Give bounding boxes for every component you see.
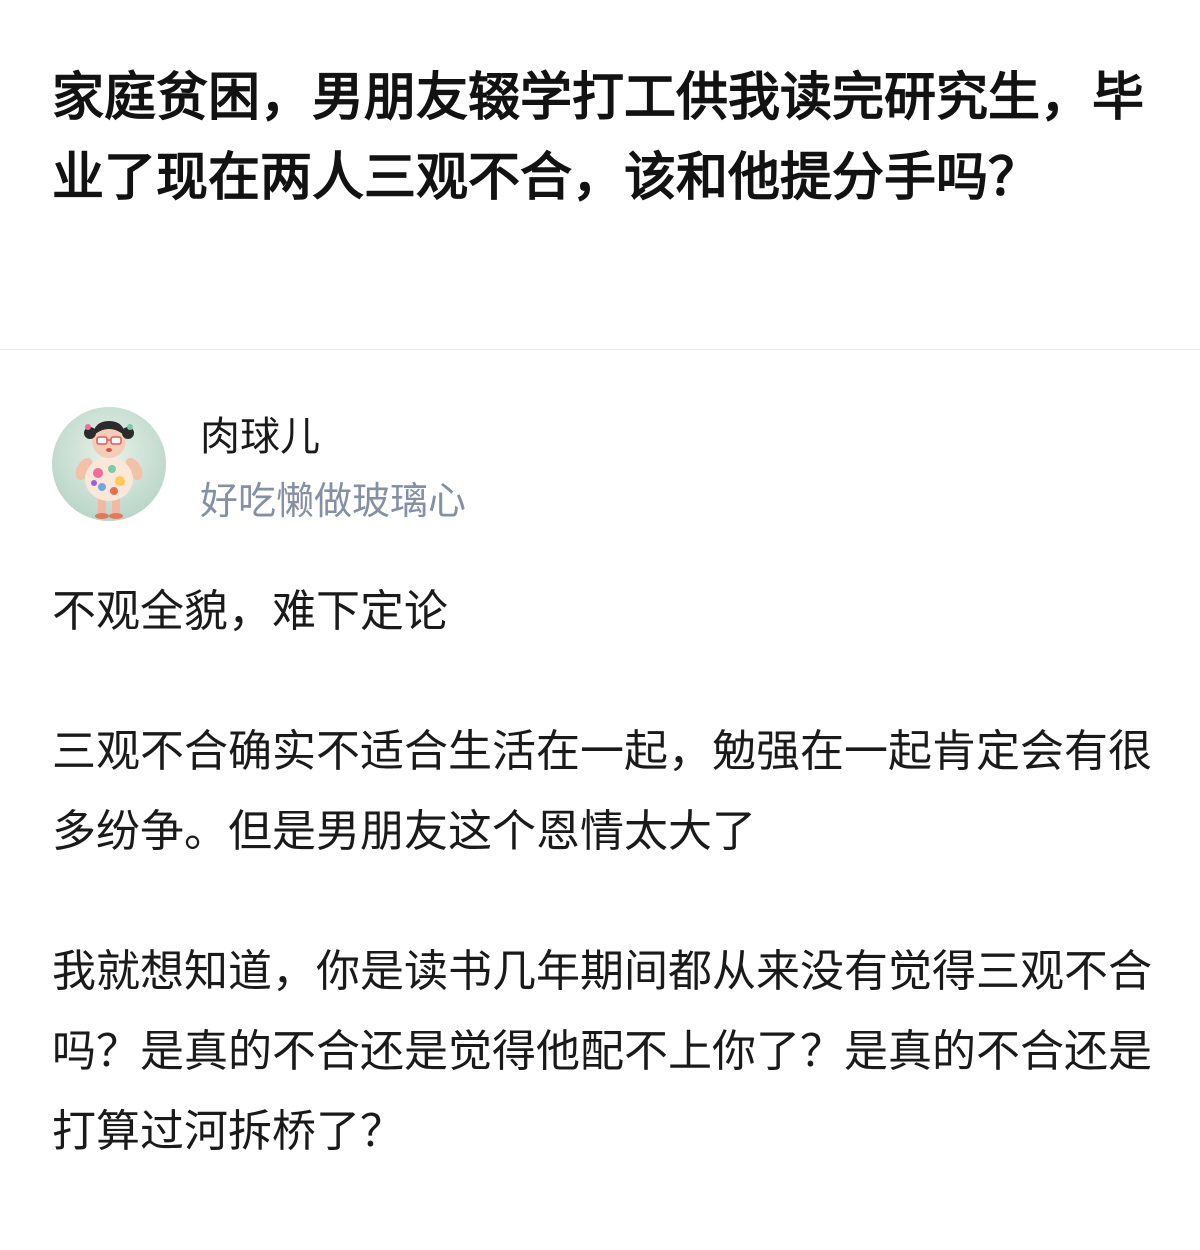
answer-paragraph: 三观不合确实不适合生活在一起，勉强在一起肯定会有很多纷争。但是男朋友这个恩情太大…	[52, 726, 1152, 857]
answer-paragraph: 不观全貌，难下定论	[52, 586, 448, 637]
author-name[interactable]: 肉球儿	[200, 409, 320, 465]
author-bio: 好吃懒做玻璃心	[200, 479, 467, 523]
answer-author-card: 肉球儿 好吃懒做玻璃心	[52, 405, 652, 525]
answer-paragraph: 我就想知道，你是读书几年期间都从来没有觉得三观不合吗？是真的不合还是觉得他配不上…	[52, 946, 1152, 1157]
question-header: 家庭贫困，男朋友辍学打工供我读完研究生，毕业了现在两人三观不合，该和他提分手吗？	[0, 0, 1200, 350]
question-title[interactable]: 家庭贫困，男朋友辍学打工供我读完研究生，毕业了现在两人三观不合，该和他提分手吗？	[52, 58, 1162, 218]
avatar-cartoon-girl-icon[interactable]	[52, 407, 166, 521]
answer-content: 不观全貌，难下定论 三观不合确实不适合生活在一起，勉强在一起肯定会有很多纷争。但…	[52, 572, 1162, 1232]
